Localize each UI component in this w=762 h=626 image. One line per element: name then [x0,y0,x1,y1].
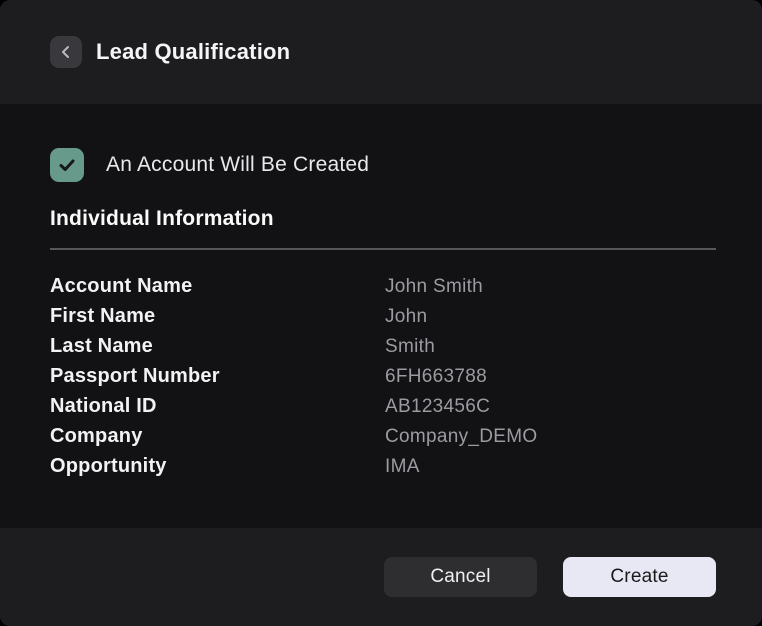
field-value: AB123456C [385,396,716,418]
field-value: 6FH663788 [385,366,716,388]
field-row-last-name: Last Name Smith [50,335,716,365]
field-label: Opportunity [50,455,385,478]
field-label: Passport Number [50,365,385,388]
field-row-first-name: First Name John [50,305,716,335]
field-label: Company [50,425,385,448]
field-row-company: Company Company_DEMO [50,425,716,455]
back-button[interactable] [50,36,82,68]
field-row-opportunity: Opportunity IMA [50,455,716,485]
section-title: Individual Information [50,207,716,231]
account-created-checkbox-row[interactable]: An Account Will Be Created [50,148,716,182]
page-title: Lead Qualification [96,39,290,65]
field-label: National ID [50,395,385,418]
dialog-header: Lead Qualification [0,0,762,104]
field-value: John [385,306,716,328]
checked-checkbox[interactable] [50,148,84,182]
field-list: Account Name John Smith First Name John … [50,275,716,485]
cancel-button[interactable]: Cancel [384,557,537,597]
dialog-body: An Account Will Be Created Individual In… [0,104,762,528]
create-button[interactable]: Create [563,557,716,597]
field-value: Smith [385,336,716,358]
field-label: Account Name [50,275,385,298]
field-row-national-id: National ID AB123456C [50,395,716,425]
section-divider [50,248,716,250]
field-label: Last Name [50,335,385,358]
field-row-account-name: Account Name John Smith [50,275,716,305]
checkmark-icon [57,155,77,175]
field-value: John Smith [385,276,716,298]
field-value: IMA [385,456,716,478]
lead-qualification-dialog: Lead Qualification An Account Will Be Cr… [0,0,762,626]
field-value: Company_DEMO [385,426,716,448]
field-label: First Name [50,305,385,328]
dialog-footer: Cancel Create [0,528,762,626]
chevron-left-icon [59,45,73,59]
checkbox-label: An Account Will Be Created [106,153,369,177]
field-row-passport-number: Passport Number 6FH663788 [50,365,716,395]
